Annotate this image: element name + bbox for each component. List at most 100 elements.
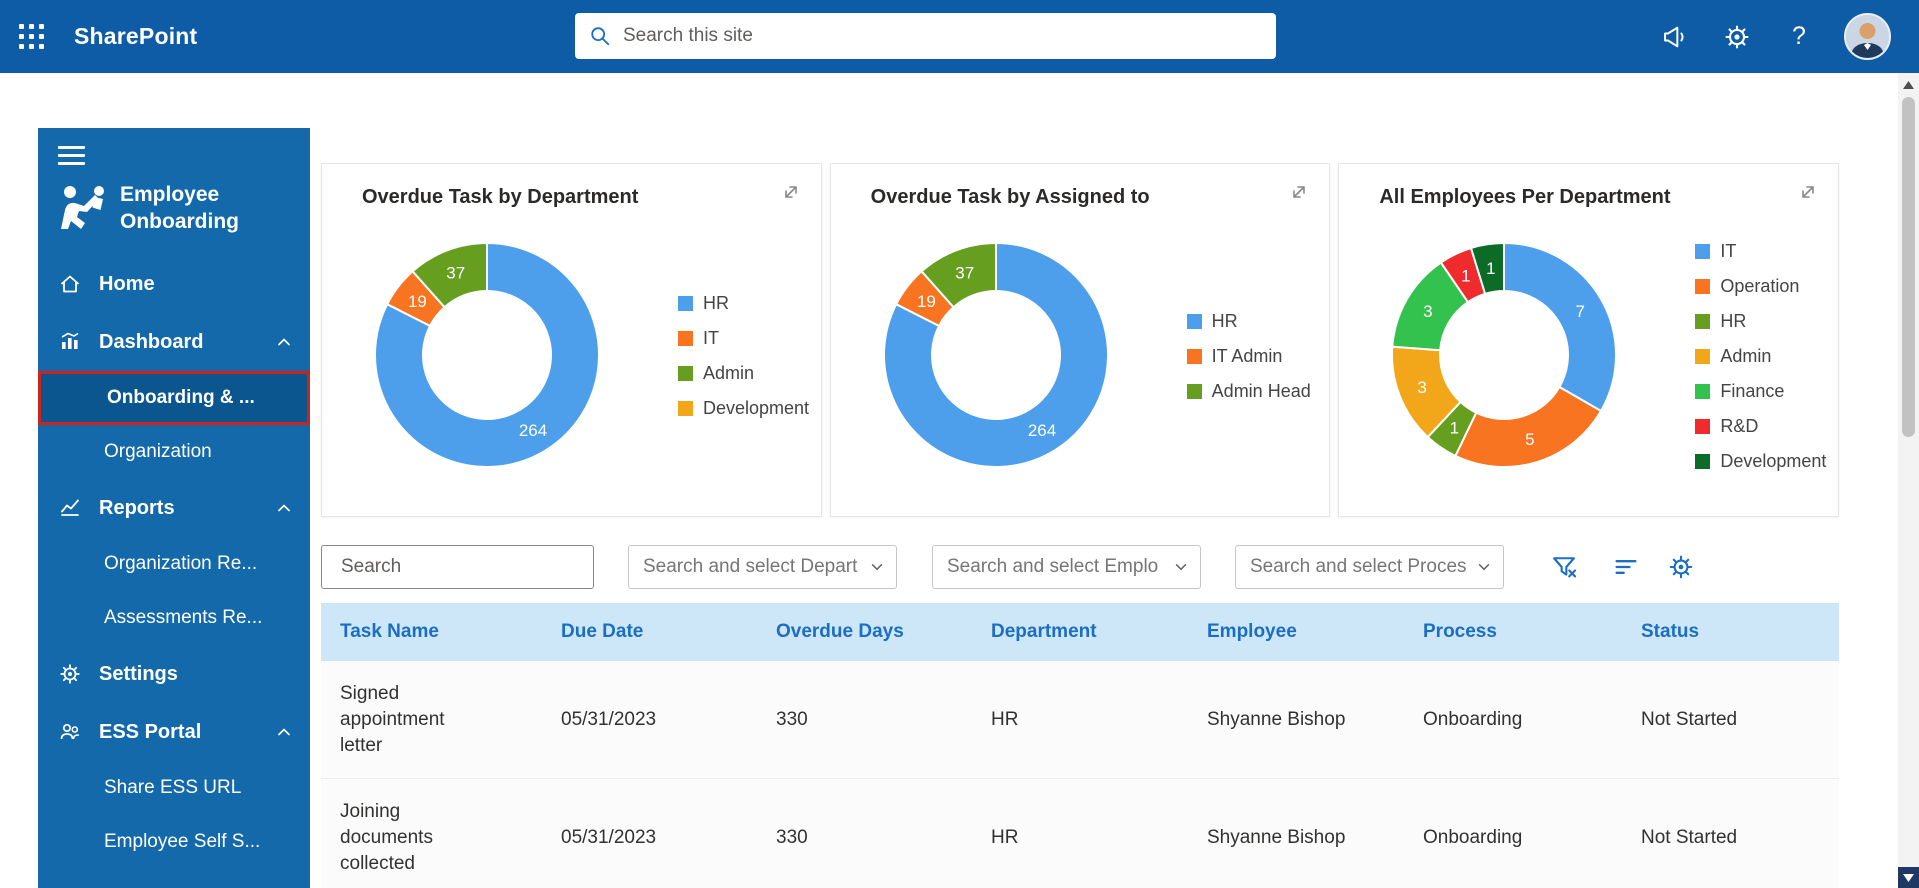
table-settings-button[interactable]	[1666, 552, 1696, 582]
sidebar-item-reports[interactable]: Reports	[38, 479, 310, 537]
chart-legend: HR IT Admin Development	[678, 220, 809, 492]
sidebar-item-label: Organization	[104, 441, 212, 463]
table-cell: Signed appointment letter	[321, 681, 542, 759]
legend-swatch	[1695, 454, 1710, 469]
legend-item[interactable]: HR	[1695, 311, 1826, 332]
legend-label: IT	[703, 328, 719, 349]
sidebar-item-label: Employee Self S...	[104, 831, 260, 853]
legend-label: IT Admin	[1212, 346, 1283, 367]
sort-button[interactable]	[1611, 552, 1641, 582]
column-header[interactable]: Task Name	[321, 619, 542, 645]
settings-button[interactable]	[1720, 20, 1754, 54]
column-header[interactable]: Status	[1622, 619, 1839, 645]
legend-item[interactable]: HR	[678, 293, 809, 314]
legend-swatch	[678, 296, 693, 311]
legend-item[interactable]: R&D	[1695, 416, 1826, 437]
announcements-button[interactable]	[1658, 20, 1692, 54]
process-filter-dropdown[interactable]: Search and select Proces	[1235, 545, 1504, 589]
chart-card-overdue-by-department: Overdue Task by Department 2641937 HRITA…	[321, 163, 822, 517]
table-search-box[interactable]	[321, 545, 594, 589]
site-search-box[interactable]	[575, 13, 1276, 59]
expand-icon[interactable]	[1287, 180, 1311, 204]
home-icon	[58, 272, 82, 296]
sidebar-item-settings[interactable]: Settings	[38, 645, 310, 703]
site-title: Employee Onboarding	[120, 181, 270, 235]
legend-item[interactable]: IT Admin	[1187, 346, 1311, 367]
legend-item[interactable]: Development	[678, 398, 809, 419]
chart-title: Overdue Task by Assigned to	[871, 186, 1150, 209]
column-header[interactable]: Due Date	[542, 619, 757, 645]
hamburger-icon	[58, 146, 85, 149]
legend-item[interactable]: IT	[678, 328, 809, 349]
legend-swatch	[1695, 279, 1710, 294]
sidebar-item-home[interactable]: Home	[38, 255, 310, 313]
legend-item[interactable]: Admin Head	[1187, 381, 1311, 402]
app-launcher-button[interactable]	[0, 0, 62, 73]
site-logo[interactable]: Employee Onboarding	[38, 165, 310, 235]
column-header[interactable]: Overdue Days	[757, 619, 972, 645]
tasks-table: Task Name Due Date Overdue Days Departme…	[321, 603, 1839, 888]
site-search-input[interactable]	[623, 25, 1262, 47]
table-row[interactable]: Joining documents collected05/31/2023330…	[321, 779, 1839, 888]
sidebar-item-label: Organization Re...	[104, 553, 257, 575]
search-icon	[589, 25, 611, 47]
sidebar-item-organization[interactable]: Organization	[38, 425, 310, 479]
sidebar-item-employee-self-service[interactable]: Employee Self S...	[38, 815, 310, 869]
scrollbar-thumb[interactable]	[1902, 97, 1915, 437]
legend-item[interactable]: Operation	[1695, 276, 1826, 297]
sidebar-item-dashboard[interactable]: Dashboard	[38, 313, 310, 371]
sidebar-item-share-ess-url[interactable]: Share ESS URL	[38, 761, 310, 815]
legend-item[interactable]: IT	[1695, 241, 1826, 262]
legend-item[interactable]: Admin	[678, 363, 809, 384]
donut-chart[interactable]: 2641937	[352, 220, 622, 490]
sidebar-item-ess-portal[interactable]: ESS Portal	[38, 703, 310, 761]
user-avatar[interactable]	[1844, 13, 1891, 60]
topbar-actions: ?	[1658, 0, 1891, 73]
chart-legend: HR IT Admin Admin Head	[1187, 220, 1311, 492]
department-filter-dropdown[interactable]: Search and select Depart	[628, 545, 897, 589]
legend-item[interactable]: HR	[1187, 311, 1311, 332]
table-search-input[interactable]	[341, 556, 586, 578]
chart-card-employees-per-department: All Employees Per Department 7513311 ITO…	[1338, 163, 1839, 517]
legend-swatch	[678, 366, 693, 381]
chevron-up-icon[interactable]	[274, 722, 294, 742]
legend-label: Operation	[1720, 276, 1799, 297]
legend-item[interactable]: Development	[1695, 451, 1826, 472]
people-icon	[58, 720, 82, 744]
expand-icon[interactable]	[779, 180, 803, 204]
chevron-down-icon	[868, 558, 886, 576]
scroll-down-arrow[interactable]	[1898, 867, 1919, 888]
legend-swatch	[678, 401, 693, 416]
column-header[interactable]: Process	[1404, 619, 1622, 645]
chevron-up-icon[interactable]	[274, 498, 294, 518]
sidebar-menu-toggle[interactable]	[58, 146, 85, 165]
employee-filter-dropdown[interactable]: Search and select Emplo	[932, 545, 1201, 589]
help-icon: ?	[1792, 22, 1806, 51]
legend-label: HR	[1212, 311, 1238, 332]
sidebar-item-organization-reports[interactable]: Organization Re...	[38, 537, 310, 591]
legend-item[interactable]: Admin	[1695, 346, 1826, 367]
chevron-up-icon[interactable]	[274, 332, 294, 352]
table-header: Task Name Due Date Overdue Days Departme…	[321, 603, 1839, 661]
table-row[interactable]: Signed appointment letter05/31/2023330HR…	[321, 661, 1839, 779]
expand-icon[interactable]	[1796, 180, 1820, 204]
chart-cards: Overdue Task by Department 2641937 HRITA…	[321, 163, 1839, 517]
column-header[interactable]: Employee	[1188, 619, 1404, 645]
sidebar-item-assessments-reports[interactable]: Assessments Re...	[38, 591, 310, 645]
help-button[interactable]: ?	[1782, 20, 1816, 54]
table-cell: Shyanne Bishop	[1188, 825, 1404, 851]
donut-chart[interactable]: 7513311	[1369, 220, 1639, 490]
table-cell: Joining documents collected	[321, 799, 542, 877]
legend-item[interactable]: Finance	[1695, 381, 1826, 402]
donut-chart[interactable]: 2641937	[861, 220, 1131, 490]
dashboard-icon	[58, 330, 82, 354]
brand-title[interactable]: SharePoint	[74, 23, 197, 50]
scroll-up-arrow[interactable]	[1898, 76, 1919, 94]
svg-text:1: 1	[1461, 267, 1470, 286]
legend-label: Development	[1720, 451, 1826, 472]
sidebar-item-onboarding[interactable]: Onboarding & ...	[38, 371, 310, 425]
column-header[interactable]: Department	[972, 619, 1188, 645]
clear-filter-button[interactable]	[1549, 552, 1579, 582]
gear-icon	[1667, 553, 1695, 581]
vertical-scrollbar[interactable]	[1898, 73, 1919, 888]
